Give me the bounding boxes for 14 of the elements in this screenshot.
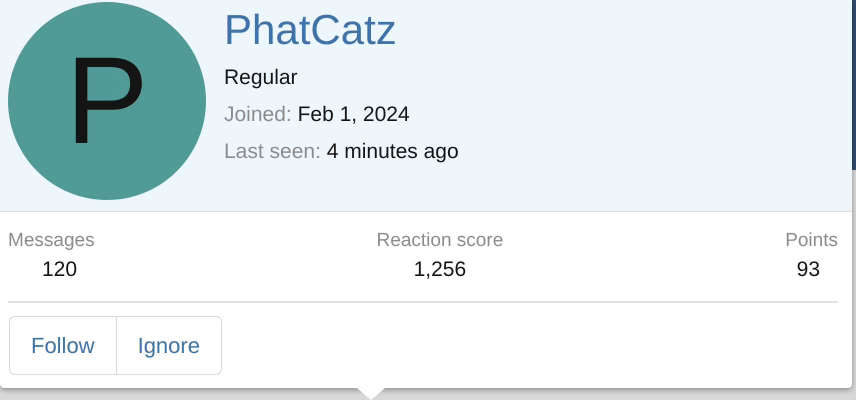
stat-value: 93: [796, 258, 821, 282]
stat-label: Reaction score: [376, 230, 504, 252]
detail-label: Joined:: [224, 103, 292, 126]
detail-value: Feb 1, 2024: [298, 103, 410, 126]
username-link[interactable]: PhatCatz: [224, 6, 397, 54]
action-button[interactable]: Ignore: [116, 317, 221, 374]
stat-value: 1,256: [414, 258, 466, 282]
stat-label: Points: [785, 230, 838, 252]
stat-label: Messages: [8, 230, 95, 252]
detail-label: Last seen:: [224, 140, 321, 163]
stat-value: 120: [41, 258, 78, 282]
user-title: Regular: [224, 66, 298, 90]
detail-value: 4 minutes ago: [326, 140, 459, 163]
avatar: P: [8, 2, 206, 200]
